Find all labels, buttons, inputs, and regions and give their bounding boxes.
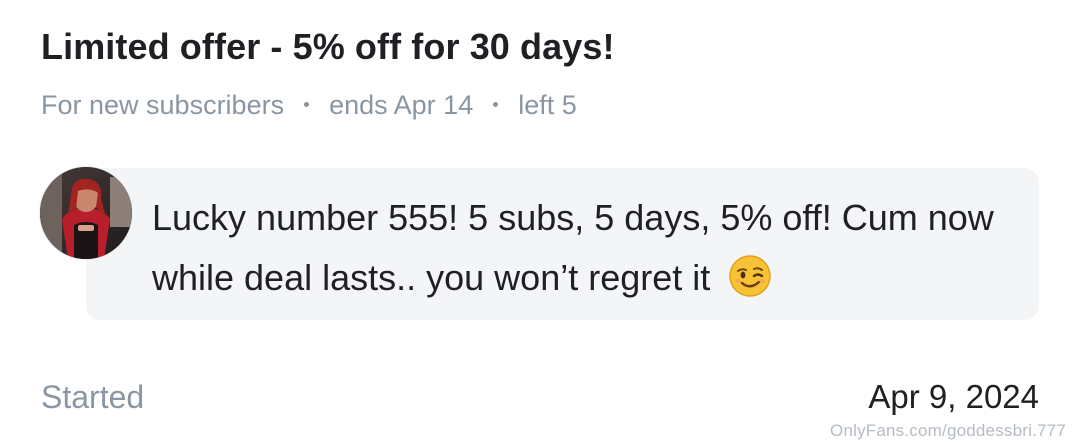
separator-dot	[304, 101, 310, 107]
offer-meta: For new subscribers ends Apr 14 left 5	[41, 88, 577, 122]
watermark: OnlyFans.com/goddessbri.777	[830, 421, 1066, 440]
message-body: Lucky number 555! 5 subs, 5 days, 5% off…	[152, 197, 994, 298]
avatar[interactable]	[40, 167, 132, 259]
message-text: Lucky number 555! 5 subs, 5 days, 5% off…	[152, 188, 1022, 308]
avatar-image	[40, 167, 132, 259]
started-label: Started	[41, 379, 145, 415]
started-date: Apr 9, 2024	[868, 378, 1039, 415]
offer-remaining: left 5	[518, 89, 577, 120]
winking-face-icon	[729, 255, 772, 297]
offer-end-date: ends Apr 14	[329, 89, 474, 120]
offer-audience: For new subscribers	[41, 89, 285, 120]
separator-dot	[493, 101, 499, 107]
offer-title: Limited offer - 5% off for 30 days!	[41, 26, 615, 67]
